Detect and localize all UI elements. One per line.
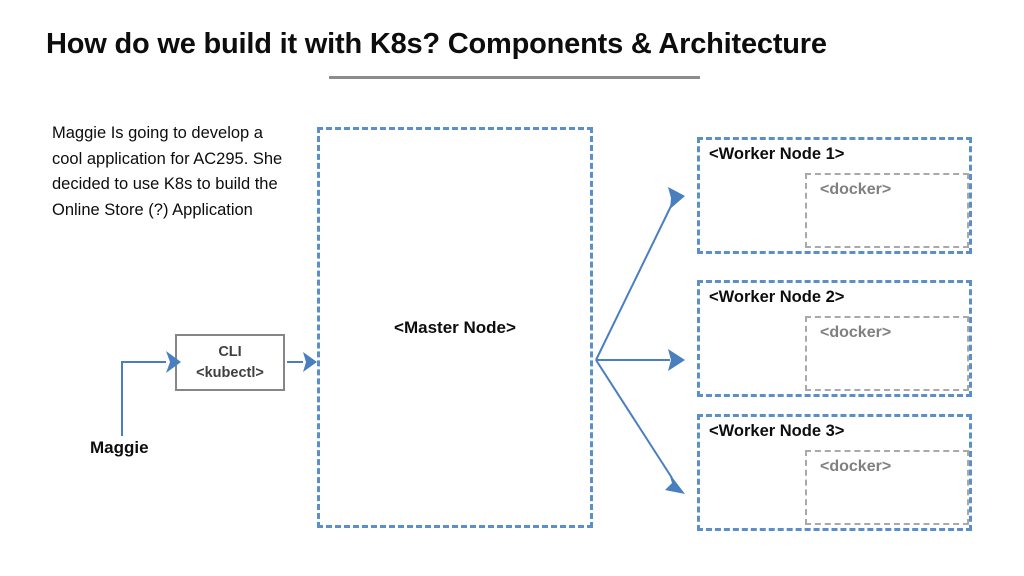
worker-node-1-box: <Worker Node 1> <docker> — [697, 137, 972, 254]
arrow-master-to-worker-2 — [596, 349, 685, 371]
arrow-cli-to-master — [287, 352, 317, 372]
page-title: How do we build it with K8s? Components … — [46, 28, 827, 60]
arrow-master-to-worker-3 — [595, 359, 685, 494]
worker-node-2-label: <Worker Node 2> — [709, 288, 845, 306]
worker-node-3-label: <Worker Node 3> — [709, 422, 845, 440]
actor-label-maggie: Maggie — [90, 438, 149, 457]
worker-node-2-docker-label: <docker> — [820, 324, 892, 341]
arrow-maggie-to-cli — [121, 351, 181, 436]
worker-node-1-docker-label: <docker> — [820, 181, 892, 198]
worker-node-3-box: <Worker Node 3> <docker> — [697, 414, 972, 531]
worker-node-3-docker-label: <docker> — [820, 458, 892, 475]
worker-node-2-box: <Worker Node 2> <docker> — [697, 280, 972, 397]
master-node-label: <Master Node> — [394, 317, 516, 337]
cli-box-line2: <kubectl> — [196, 364, 264, 381]
arrow-master-to-worker-1 — [595, 187, 685, 361]
master-node-box: <Master Node> — [317, 127, 593, 528]
description-text: Maggie Is going to develop a cool applic… — [52, 124, 283, 219]
worker-node-1-docker-box: <docker> — [805, 173, 969, 248]
worker-node-2-docker-box: <docker> — [805, 316, 969, 391]
cli-box-line1: CLI — [218, 343, 242, 360]
worker-node-3-docker-box: <docker> — [805, 450, 969, 525]
title-divider — [329, 76, 700, 79]
cli-kubectl-box: CLI <kubectl> — [175, 334, 285, 391]
worker-node-1-label: <Worker Node 1> — [709, 145, 845, 163]
